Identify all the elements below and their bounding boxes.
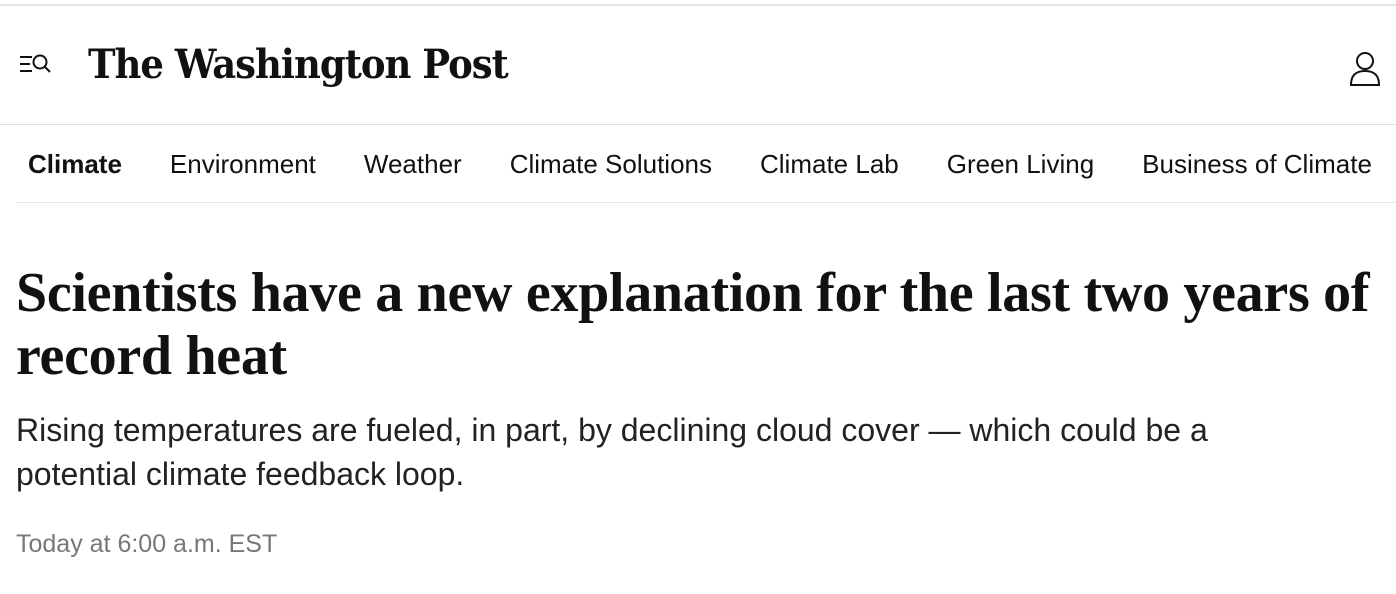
publish-timestamp: Today at 6:00 a.m. EST [16, 530, 278, 558]
article-dek: Rising temperatures are fueled, in part,… [16, 412, 1208, 492]
account-button[interactable] [1348, 50, 1382, 88]
menu-search-icon [20, 54, 51, 73]
menu-button[interactable] [18, 50, 54, 80]
nav-item-environment[interactable]: Environment [170, 149, 316, 180]
nav-item-climate-lab[interactable]: Climate Lab [760, 149, 899, 180]
masthead: The Washington Post [0, 6, 1396, 125]
nav-item-green-living[interactable]: Green Living [947, 149, 1094, 180]
section-nav: Climate Environment Weather Climate Solu… [16, 126, 1396, 203]
site-logo[interactable]: The Washington Post [88, 40, 509, 88]
nav-item-weather[interactable]: Weather [364, 149, 462, 180]
user-icon [1349, 52, 1381, 86]
nav-item-climate[interactable]: Climate [28, 149, 122, 180]
nav-item-climate-solutions[interactable]: Climate Solutions [510, 149, 712, 180]
nav-item-business-of-climate[interactable]: Business of Climate [1142, 149, 1372, 180]
article-headline: Scientists have a new explanation for th… [16, 262, 1370, 387]
